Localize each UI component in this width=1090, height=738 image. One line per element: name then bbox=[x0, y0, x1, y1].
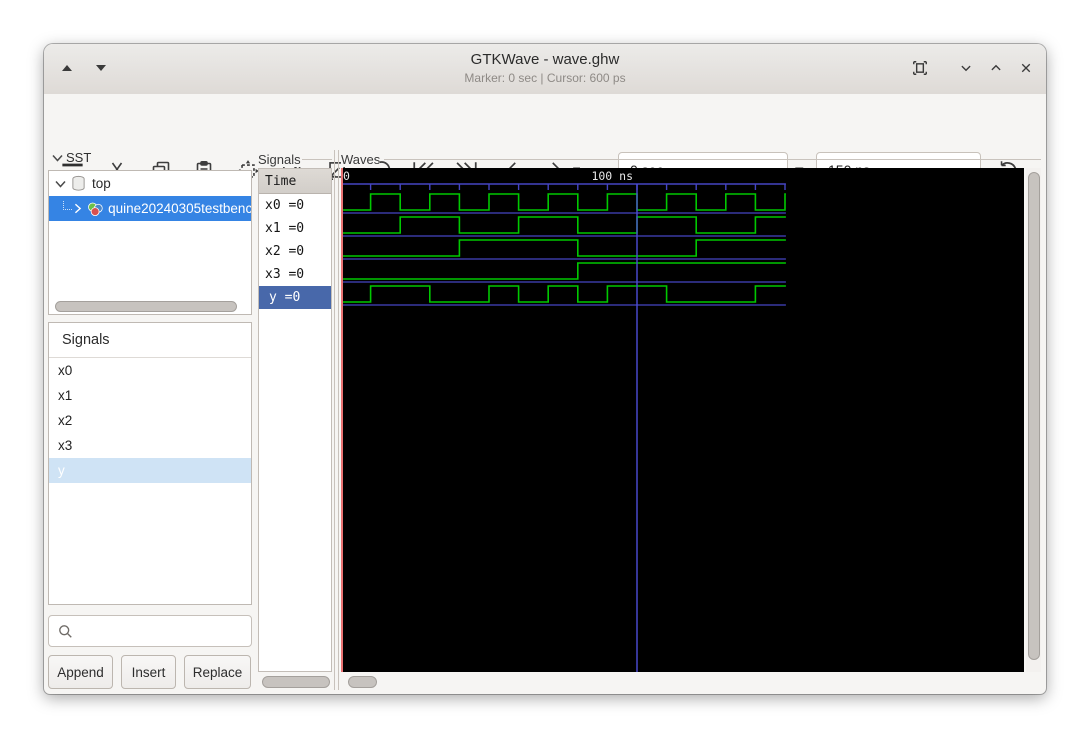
wave-name-row-x2[interactable]: x2 =0 bbox=[259, 240, 331, 263]
waveform-plot: 0 100 ns bbox=[341, 168, 786, 672]
sst-hscrollbar-thumb[interactable] bbox=[55, 301, 237, 312]
wave-name-row-x0[interactable]: x0 =0 bbox=[259, 194, 331, 217]
wave-name-row-x3[interactable]: x3 =0 bbox=[259, 263, 331, 286]
maximize-icon bbox=[991, 64, 1001, 71]
time-header[interactable]: Time bbox=[259, 169, 331, 194]
waves-vscrollbar-thumb[interactable] bbox=[1028, 172, 1040, 660]
fullscreen-icon bbox=[913, 61, 927, 75]
close-icon bbox=[1021, 63, 1031, 73]
svg-text:0: 0 bbox=[343, 169, 350, 183]
window-title: GTKWave - wave.ghw bbox=[470, 51, 620, 68]
sst-hscrollbar[interactable] bbox=[51, 300, 249, 312]
waves-hscrollbar[interactable] bbox=[341, 674, 1024, 688]
waves-hscrollbar-thumb[interactable] bbox=[348, 676, 377, 688]
signal-list-item-x1[interactable]: x1 bbox=[49, 383, 251, 408]
expander-down-icon[interactable] bbox=[55, 180, 66, 188]
pane-splitter[interactable] bbox=[334, 150, 335, 690]
signal-list-item-x3[interactable]: x3 bbox=[49, 433, 251, 458]
expander-right-icon[interactable] bbox=[74, 203, 82, 214]
search-icon bbox=[59, 624, 72, 638]
signal-list-item-x0[interactable]: x0 bbox=[49, 358, 251, 383]
waves-vscrollbar[interactable] bbox=[1026, 168, 1041, 672]
signal-list-panel: Signals x0 x1 x2 x3 y bbox=[48, 322, 252, 605]
maximize-button[interactable] bbox=[981, 53, 1011, 83]
signal-list-item-x2[interactable]: x2 bbox=[49, 408, 251, 433]
toolbar: From: 0 sec To: 150 ns bbox=[44, 94, 1046, 188]
close-button[interactable] bbox=[1011, 53, 1041, 83]
minimize-icon bbox=[961, 65, 971, 72]
sst-expander-icon bbox=[52, 154, 63, 162]
sst-tree-panel: top quine20240305testbench bbox=[48, 170, 252, 315]
minimize-button[interactable] bbox=[951, 53, 981, 83]
titlebar: GTKWave - wave.ghw Marker: 0 sec | Curso… bbox=[44, 44, 1046, 95]
svg-text:100 ns: 100 ns bbox=[591, 169, 633, 183]
wave-names-hscrollbar[interactable] bbox=[258, 674, 332, 688]
wave-name-row-y[interactable]: y =0 bbox=[259, 286, 331, 309]
scope-cylinder-icon bbox=[72, 175, 85, 191]
pane-splitter-line[interactable] bbox=[338, 150, 339, 690]
tree-item-label: quine20240305testbench bbox=[108, 201, 252, 216]
wave-names-frame-label: Signals bbox=[258, 152, 301, 167]
wave-names-panel: Time x0 =0 x1 =0 x2 =0 x3 =0 y =0 bbox=[258, 168, 332, 672]
fullscreen-button[interactable] bbox=[905, 53, 935, 83]
signal-list-header: Signals bbox=[49, 323, 251, 358]
marker-cursor-status: Marker: 0 sec | Cursor: 600 ps bbox=[464, 71, 626, 85]
tree-connector bbox=[63, 201, 73, 210]
tree-item-testbench[interactable]: quine20240305testbench bbox=[49, 196, 251, 221]
sst-header[interactable]: SST bbox=[52, 150, 91, 165]
screenshot-page: GTKWave - wave.ghw Marker: 0 sec | Curso… bbox=[0, 0, 1090, 738]
tree-item-label: top bbox=[92, 176, 111, 191]
module-icon bbox=[88, 202, 103, 216]
signal-list-item-y[interactable]: y bbox=[49, 458, 251, 483]
append-button[interactable]: Append bbox=[48, 655, 113, 689]
waves-frame-line bbox=[384, 159, 1041, 160]
tree-item-top[interactable]: top bbox=[49, 171, 251, 196]
wave-canvas[interactable]: 0 100 ns bbox=[341, 168, 1024, 672]
wave-names-frame-line bbox=[302, 159, 332, 160]
wave-name-row-x1[interactable]: x1 =0 bbox=[259, 217, 331, 240]
sst-label: SST bbox=[66, 150, 92, 165]
wave-names-hscrollbar-thumb[interactable] bbox=[262, 676, 330, 688]
waves-frame-label: Waves bbox=[341, 152, 381, 167]
replace-button[interactable]: Replace bbox=[184, 655, 251, 689]
signal-search-input[interactable] bbox=[48, 615, 252, 647]
gtkwave-window: GTKWave - wave.ghw Marker: 0 sec | Curso… bbox=[44, 44, 1046, 694]
insert-button[interactable]: Insert bbox=[121, 655, 176, 689]
